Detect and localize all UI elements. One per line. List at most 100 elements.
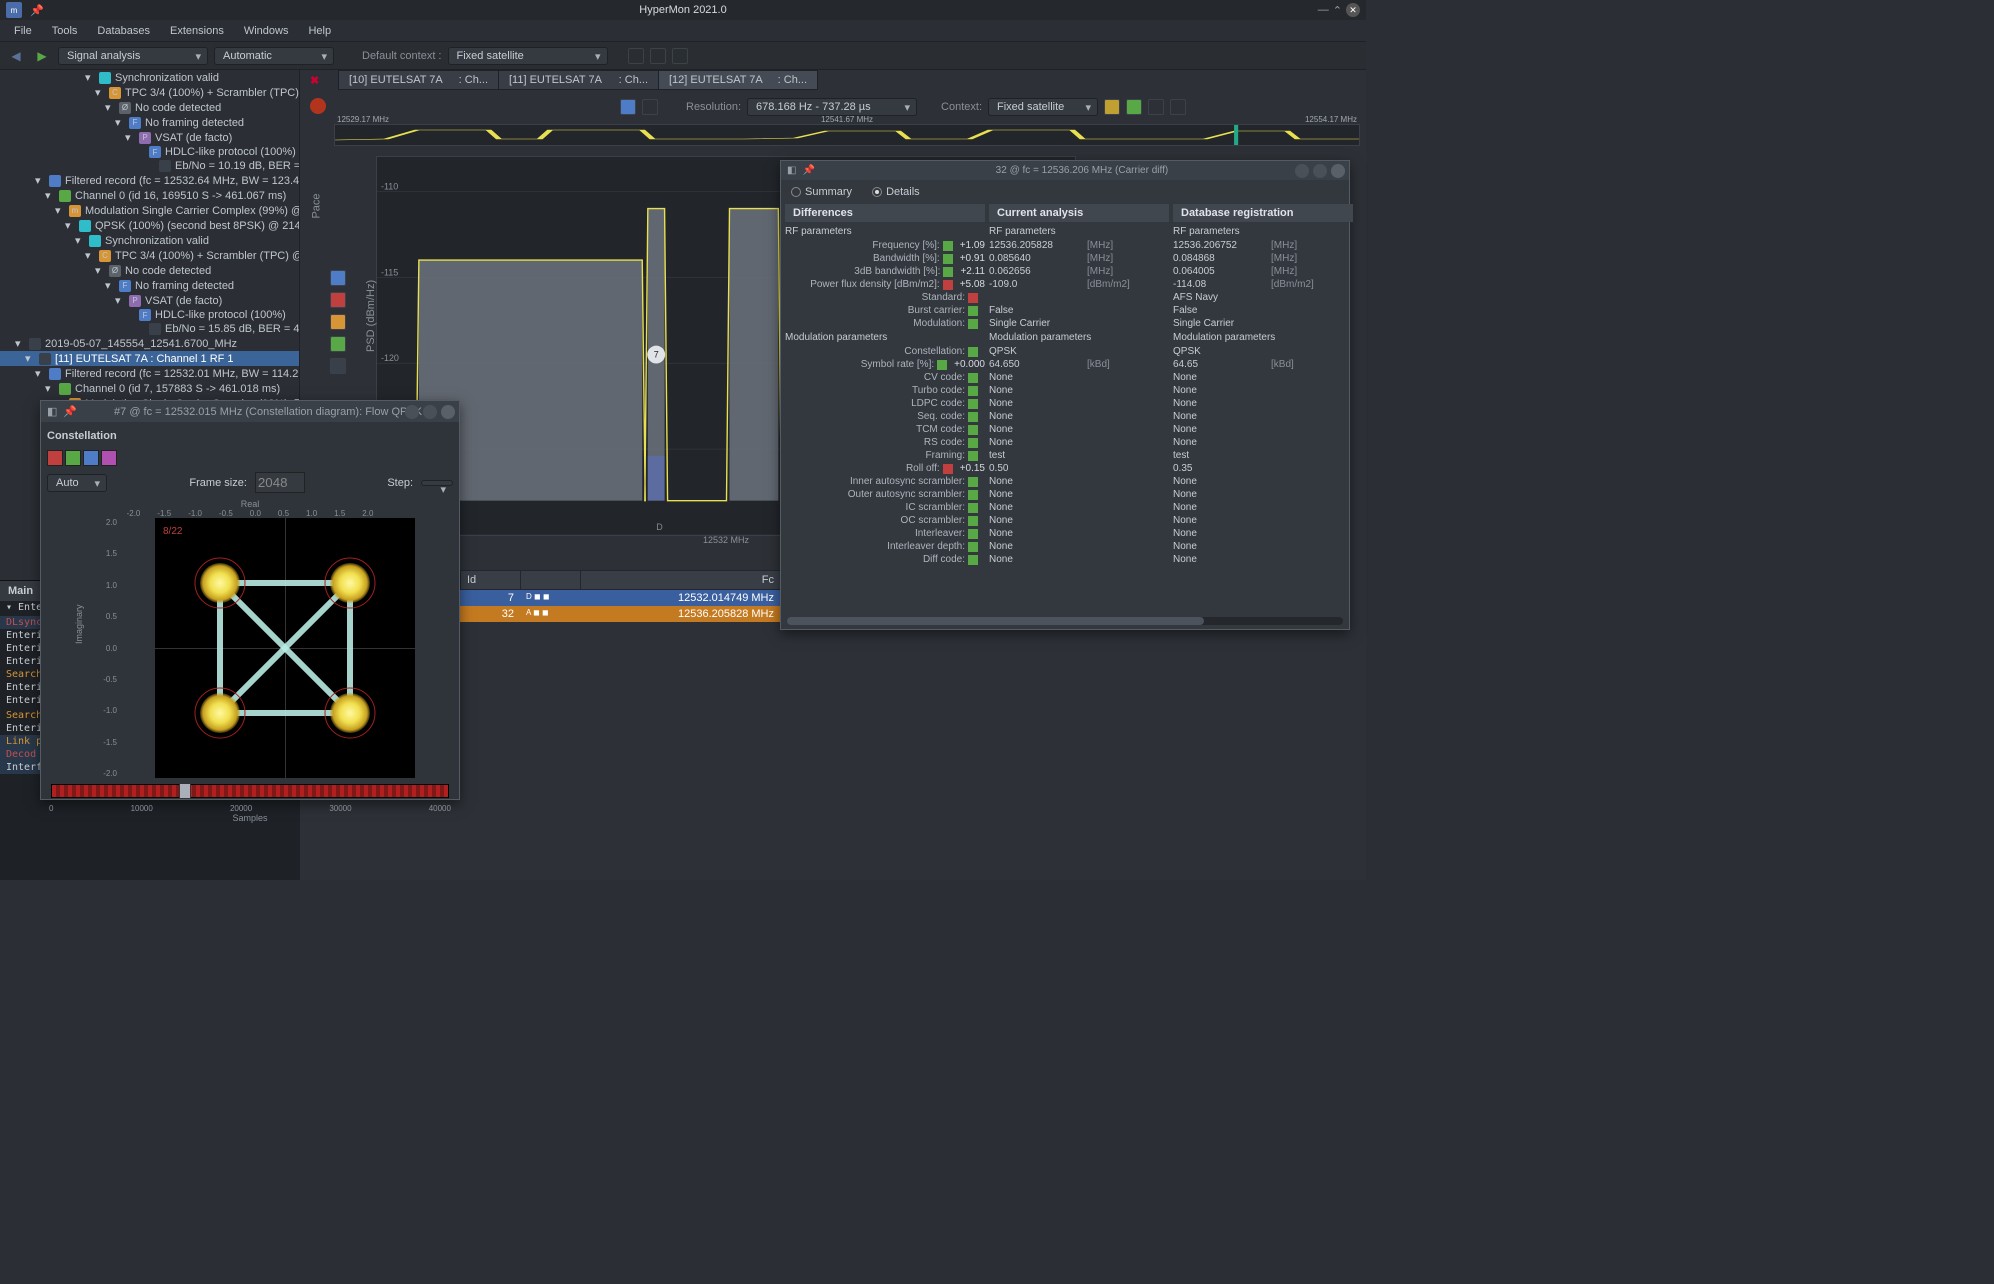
menu-help[interactable]: Help: [300, 23, 339, 39]
tree-item[interactable]: FHDLC-like protocol (100%): [0, 145, 299, 159]
menu-extensions[interactable]: Extensions: [162, 23, 232, 39]
menu-databases[interactable]: Databases: [89, 23, 158, 39]
tool-icon-5[interactable]: [1148, 99, 1164, 115]
real-axis-label: Real: [47, 499, 453, 509]
window-tools: 📌: [30, 4, 44, 17]
max-icon[interactable]: [423, 405, 437, 419]
menu-windows[interactable]: Windows: [236, 23, 297, 39]
freq-right: 12554.17 MHz: [1305, 115, 1357, 124]
svg-text:-120: -120: [381, 353, 399, 363]
tree-item[interactable]: ▾Filtered record (fc = 12532.01 MHz, BW …: [0, 366, 299, 381]
svg-text:-115: -115: [381, 267, 398, 277]
toolbar: ◀ ▶ Signal analysis Automatic Default co…: [0, 42, 1366, 70]
tree-item[interactable]: ▾FNo framing detected: [0, 115, 299, 130]
color-green[interactable]: [65, 450, 81, 466]
maximize-icon[interactable]: ⌃: [1333, 4, 1342, 17]
xaxis-label: 12532 MHz: [703, 535, 749, 545]
menu-tools[interactable]: Tools: [44, 23, 86, 39]
close-tabs-icon[interactable]: ✖: [310, 74, 319, 87]
tree-item[interactable]: ▾mModulation Single Carrier Complex (99%…: [0, 203, 299, 218]
col-differences: Differences: [785, 204, 985, 222]
minimize-icon[interactable]: —: [1318, 4, 1329, 16]
pin-icon[interactable]: 📌: [30, 4, 44, 17]
context2-dropdown[interactable]: Fixed satellite: [988, 98, 1098, 116]
menubar: FileToolsDatabasesExtensionsWindowsHelp: [0, 20, 1366, 42]
side-icon-3[interactable]: [330, 314, 346, 330]
summary-radio[interactable]: Summary: [791, 186, 852, 198]
tool-icon-3[interactable]: [1104, 99, 1120, 115]
color-magenta[interactable]: [101, 450, 117, 466]
tree-item[interactable]: ▾2019-05-07_145554_12541.6700_MHz: [0, 336, 299, 351]
pin-icon[interactable]: 📌: [63, 405, 77, 418]
back-icon[interactable]: ◀: [6, 46, 26, 66]
constellation-window[interactable]: ◧ 📌 #7 @ fc = 12532.015 MHz (Constellati…: [40, 400, 460, 800]
col-database: Database registration: [1173, 204, 1353, 222]
layout-2-icon[interactable]: [650, 48, 666, 64]
context-dropdown[interactable]: Fixed satellite: [448, 47, 608, 65]
forward-icon[interactable]: ▶: [32, 46, 52, 66]
samples-label: Samples: [47, 813, 453, 823]
tab[interactable]: [10] EUTELSAT 7A: Ch...: [338, 70, 498, 90]
tree-item[interactable]: ▾PVSAT (de facto): [0, 130, 299, 145]
close-icon[interactable]: [441, 405, 455, 419]
tree-item[interactable]: ▾Filtered record (fc = 12532.64 MHz, BW …: [0, 173, 299, 188]
tree-item[interactable]: ▾PVSAT (de facto): [0, 293, 299, 308]
spectrum-overview[interactable]: 12529.17 MHz 12541.67 MHz 12554.17 MHz: [334, 124, 1360, 146]
min-icon[interactable]: [1295, 164, 1309, 178]
tab[interactable]: [11] EUTELSAT 7A: Ch...: [498, 70, 658, 90]
step-label: Step:: [387, 477, 413, 489]
context2-label: Context:: [941, 101, 982, 113]
sample-slider[interactable]: [51, 784, 449, 798]
close-icon[interactable]: ✕: [1346, 3, 1360, 17]
layout-3-icon[interactable]: [672, 48, 688, 64]
scrollbar-horizontal[interactable]: [787, 617, 1343, 625]
tree-item[interactable]: Eb/No = 10.19 dB, BER = 1.: [0, 159, 299, 173]
tool-icon-4[interactable]: [1126, 99, 1142, 115]
tree-item[interactable]: ▾CTPC 3/4 (100%) + Scrambler (TPC) @ 14: [0, 85, 299, 100]
details-radio[interactable]: Details: [872, 186, 920, 198]
carrier-diff-window[interactable]: ◧ 📌 32 @ fc = 12536.206 MHz (Carrier dif…: [780, 160, 1350, 630]
tab[interactable]: [12] EUTELSAT 7A: Ch...: [658, 70, 818, 90]
tree-item[interactable]: ▾Synchronization valid: [0, 70, 299, 85]
tool-icon-1[interactable]: [620, 99, 636, 115]
side-icon-4[interactable]: [330, 336, 346, 352]
color-blue[interactable]: [83, 450, 99, 466]
close-icon[interactable]: [1331, 164, 1345, 178]
tree-item[interactable]: FHDLC-like protocol (100%): [0, 308, 299, 322]
tree-item[interactable]: ▾ØNo code detected: [0, 263, 299, 278]
tree-item[interactable]: ▾CTPC 3/4 (100%) + Scrambler (TPC) @ 16: [0, 248, 299, 263]
auto-dropdown[interactable]: Auto: [47, 474, 107, 492]
pin-icon[interactable]: 📌: [802, 165, 814, 176]
tree-item[interactable]: ▾Synchronization valid: [0, 233, 299, 248]
tree-item[interactable]: ▾Channel 0 (id 16, 169510 S -> 461.067 m…: [0, 188, 299, 203]
tree-item[interactable]: ▾QPSK (100%) (second best 8PSK) @ 214.66…: [0, 218, 299, 233]
frame-size-input[interactable]: [255, 472, 305, 493]
side-icon-1[interactable]: [330, 270, 346, 286]
tree-item[interactable]: ▾ØNo code detected: [0, 100, 299, 115]
table-header[interactable]: [521, 571, 581, 589]
svg-text:-110: -110: [381, 181, 398, 191]
side-icon-5[interactable]: [330, 358, 346, 374]
tree-item[interactable]: ▾[11] EUTELSAT 7A : Channel 1 RF 1: [0, 351, 299, 366]
min-icon[interactable]: [405, 405, 419, 419]
step-dropdown[interactable]: [421, 480, 453, 486]
side-icon-2[interactable]: [330, 292, 346, 308]
tool-icon-2[interactable]: [642, 99, 658, 115]
app-title: HyperMon 2021.0: [639, 4, 726, 16]
mode-dropdown[interactable]: Automatic: [214, 47, 334, 65]
carrier-title: 32 @ fc = 12536.206 MHz (Carrier diff): [821, 165, 1343, 176]
tool-icon-6[interactable]: [1170, 99, 1186, 115]
app-icon: m: [6, 2, 22, 18]
menu-file[interactable]: File: [6, 23, 40, 39]
table-header[interactable]: Id: [461, 571, 521, 589]
layout-1-icon[interactable]: [628, 48, 644, 64]
tree-item[interactable]: Eb/No = 15.85 dB, BER = 4.: [0, 322, 299, 336]
max-icon[interactable]: [1313, 164, 1327, 178]
resolution-dropdown[interactable]: 678.168 Hz - 737.28 µs: [747, 98, 917, 116]
table-header[interactable]: Fc: [581, 571, 781, 589]
constellation-plot[interactable]: 8/22: [155, 518, 415, 778]
color-red[interactable]: [47, 450, 63, 466]
analysis-dropdown[interactable]: Signal analysis: [58, 47, 208, 65]
tree-item[interactable]: ▾Channel 0 (id 7, 157883 S -> 461.018 ms…: [0, 381, 299, 396]
tree-item[interactable]: ▾FNo framing detected: [0, 278, 299, 293]
